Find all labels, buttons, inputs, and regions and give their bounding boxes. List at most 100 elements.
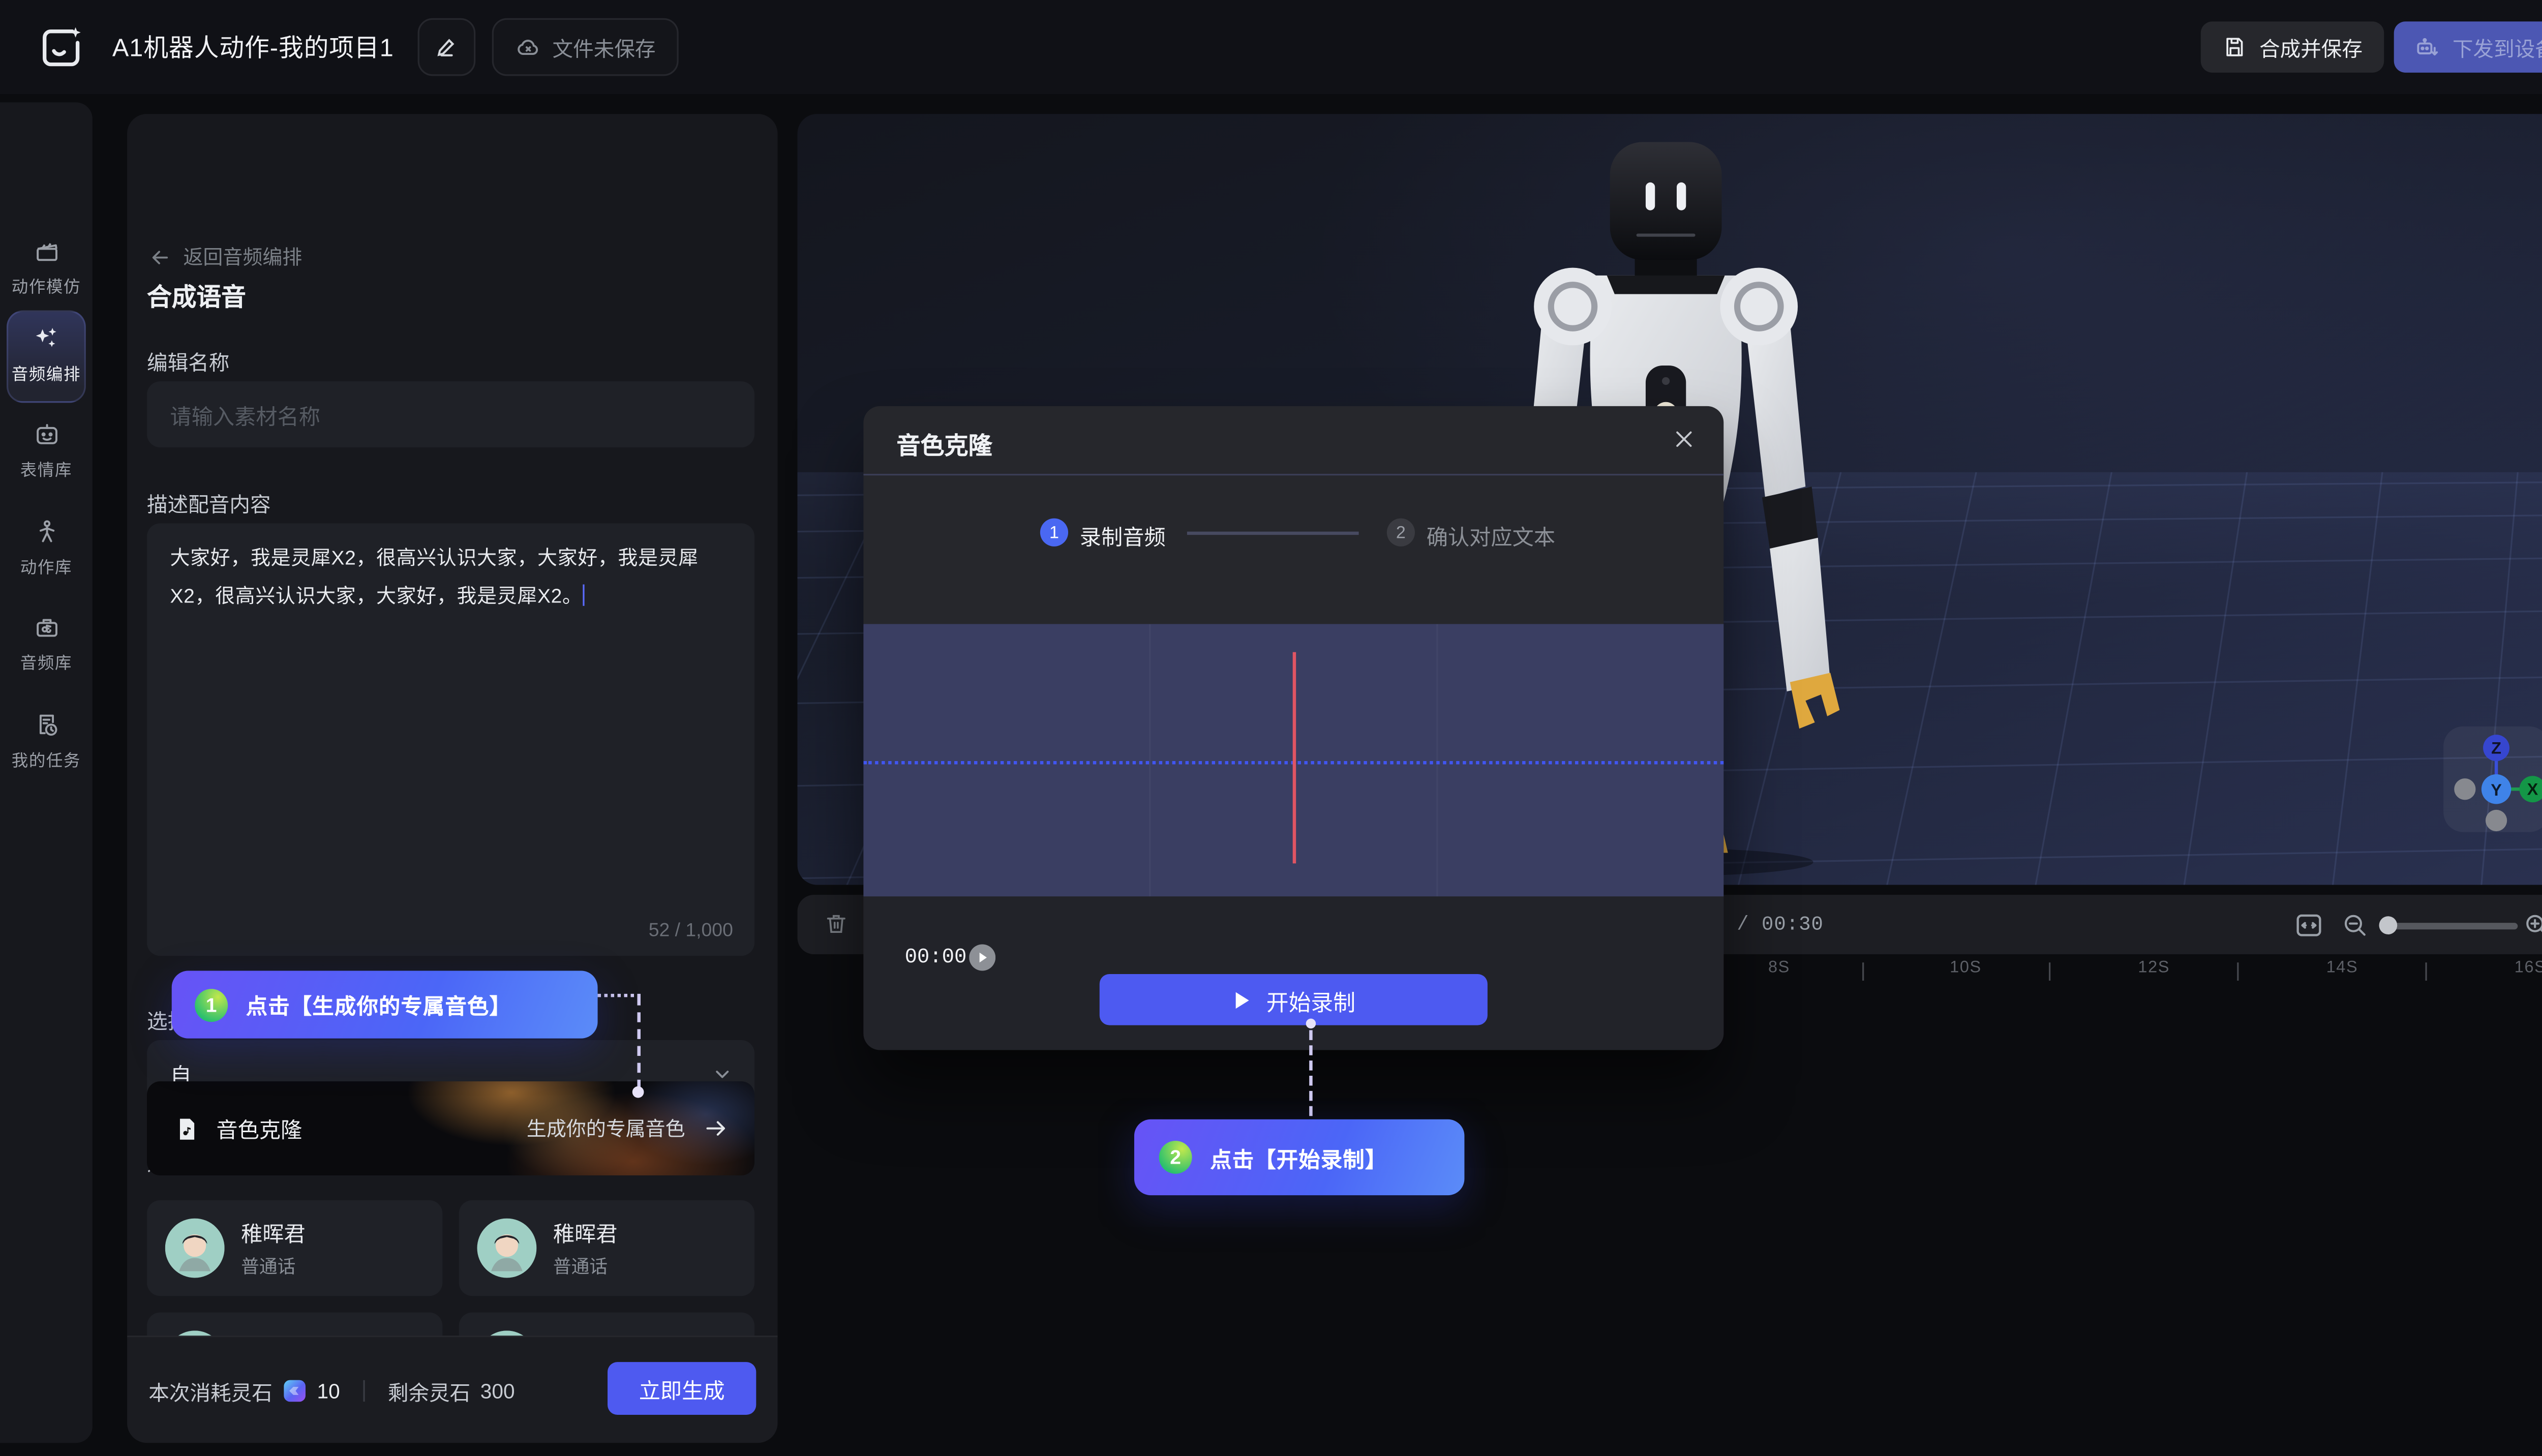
guide-connector-2-vertical [1309,1030,1312,1116]
generate-now-button[interactable]: 立即生成 [608,1362,756,1415]
ruler-label: 16S [2515,959,2542,978]
step-2-badge: 2 [1387,519,1415,547]
guide-connector-1-vertical [637,995,640,1089]
ruler-tick [2237,962,2238,981]
voice-name: 稚晖君 [241,1217,306,1248]
fit-width-icon [2293,909,2325,941]
voiceover-content-textarea[interactable]: 大家好，我是灵犀X2，很高兴认识大家，大家好，我是灵犀X2，很高兴认识大家，大家… [147,523,754,956]
ruler-label: 14S [2326,959,2358,978]
ruler-label: 8S [1768,959,1790,978]
voice-name: 稚晖君 [553,1217,618,1248]
name-field-label: 编辑名称 [147,345,229,377]
panel-title: 合成语音 [147,279,246,314]
synthesis-panel: 返回音频编排 合成语音 编辑名称 请输入素材名称 描述配音内容 大家好，我是灵犀… [127,114,777,1443]
ruler-label: 12S [2138,959,2170,978]
modal-close-button[interactable] [1673,428,1696,450]
cost-value: 10 [317,1379,340,1402]
voice-card[interactable]: 稚晖君 普通话 [459,1200,754,1296]
waveform-playhead [1293,652,1295,864]
sidebar-item-expression-library[interactable]: 表情库 [0,421,93,480]
deploy-to-device-button[interactable]: 下发到设备 [2395,21,2542,73]
guide-step-1-number: 1 [195,988,228,1021]
viewport-axis-gizmo[interactable]: Z Y X [2443,726,2542,832]
gem-icon [282,1379,307,1404]
ruler-tick [2049,962,2050,981]
cost-bar: 本次消耗灵石 10 剩余灵石 300 立即生成 [127,1336,777,1443]
content-field-label: 描述配音内容 [147,487,271,519]
guide-tooltip-2: 2 点击【开始录制】 [1134,1119,1464,1195]
material-name-input[interactable]: 请输入素材名称 [147,381,754,447]
save-icon [2223,35,2248,59]
divider [363,1380,365,1402]
modal-title: 音色克隆 [896,428,992,462]
sidebar-item-audio-library[interactable]: 音频库 [0,614,93,674]
svg-text:Z: Z [2491,739,2501,757]
ruler-label: 10S [1950,959,1982,978]
close-icon [1673,428,1696,450]
delete-clip-button[interactable] [824,912,849,936]
guide-anchor-dot [1306,1019,1316,1028]
zoom-in-button[interactable] [2523,912,2542,939]
guide-tooltip-1: 1 点击【生成你的专属音色】 [172,970,598,1038]
avatar [165,1219,225,1278]
fit-timeline-button[interactable] [2293,909,2325,941]
zoom-in-icon [2523,912,2542,939]
app-logo-icon [36,23,85,72]
voice-clone-banner[interactable]: 音色克隆 生成你的专属音色 [147,1081,754,1175]
char-counter: 52 / 1,000 [649,921,733,941]
sidebar: 动作模仿 音频编排 表情库 动作库 [0,102,93,1443]
save-button[interactable]: 合成并保存 [2201,21,2384,73]
sidebar-item-motion-mimic[interactable]: 动作模仿 [0,238,93,297]
voice-card[interactable]: 稚晖君 普通话 [147,1200,442,1296]
avatar [477,1219,536,1278]
edit-title-button[interactable] [417,18,475,76]
clone-banner-title: 音色克隆 [216,1113,302,1144]
step-2-label: 确认对应文本 [1427,520,1555,552]
music-box-icon [32,614,60,642]
timeline-zoom-slider[interactable] [2382,923,2518,929]
svg-text:X: X [2527,780,2538,799]
guide-step-2-text: 点击【开始录制】 [1210,1142,1387,1173]
task-list-clock-icon [32,712,60,740]
play-icon [1232,990,1252,1010]
recording-time: 00:00 [905,946,967,969]
unsaved-status-badge: 文件未保存 [491,18,679,76]
trash-icon [824,912,849,936]
start-recording-button[interactable]: 开始录制 [1100,974,1488,1025]
clapperboard-icon [32,238,60,266]
recording-waveform-area [863,624,1723,897]
step-connector [1187,532,1359,534]
balance-value: 300 [480,1379,515,1402]
balance-label: 剩余灵石 [388,1375,470,1407]
svg-text:Y: Y [2491,781,2502,799]
zoom-out-icon [2341,912,2369,939]
preview-play-button[interactable] [969,945,995,971]
voice-language: 普通话 [241,1253,306,1280]
app-root: A1机器人动作-我的项目1 文件未保存 合成并保存 [0,0,2542,1456]
pencil-icon [438,40,452,54]
step-1-badge: 1 [1040,519,1068,547]
body-pose-icon [32,519,60,547]
guide-step-1-text: 点击【生成你的专属音色】 [246,989,511,1020]
voiceover-content-text: 大家好，我是灵犀X2，很高兴认识大家，大家好，我是灵犀X2，很高兴认识大家，大家… [170,547,698,608]
voice-language: 普通话 [553,1253,618,1280]
robot-face-icon [32,421,60,449]
top-bar: A1机器人动作-我的项目1 文件未保存 合成并保存 [0,0,2542,94]
guide-step-2-number: 2 [1159,1141,1192,1174]
voice-clone-modal: 音色克隆 1 录制音频 2 确认对应文本 00:00 开始录制 [863,406,1723,1050]
cost-label: 本次消耗灵石 [148,1375,273,1407]
timeline-zoom-slider-knob[interactable] [2379,916,2398,934]
back-arrow-icon [148,245,171,268]
arrow-right-icon [703,1116,728,1141]
zoom-out-button[interactable] [2341,912,2369,939]
sidebar-item-motion-library[interactable]: 动作库 [0,519,93,578]
clone-banner-action: 生成你的专属音色 [527,1114,685,1142]
ruler-tick [2425,962,2427,981]
sidebar-item-audio-arrange[interactable]: 音频编排 [0,323,93,384]
step-1-label: 录制音频 [1080,520,1166,552]
sidebar-item-my-tasks[interactable]: 我的任务 [0,712,93,771]
project-title: A1机器人动作-我的项目1 [112,29,394,64]
cloud-unsaved-icon [515,34,541,60]
back-link[interactable]: 返回音频编排 [148,242,302,270]
axis-gizmo-icon: Z Y X [2443,726,2542,832]
